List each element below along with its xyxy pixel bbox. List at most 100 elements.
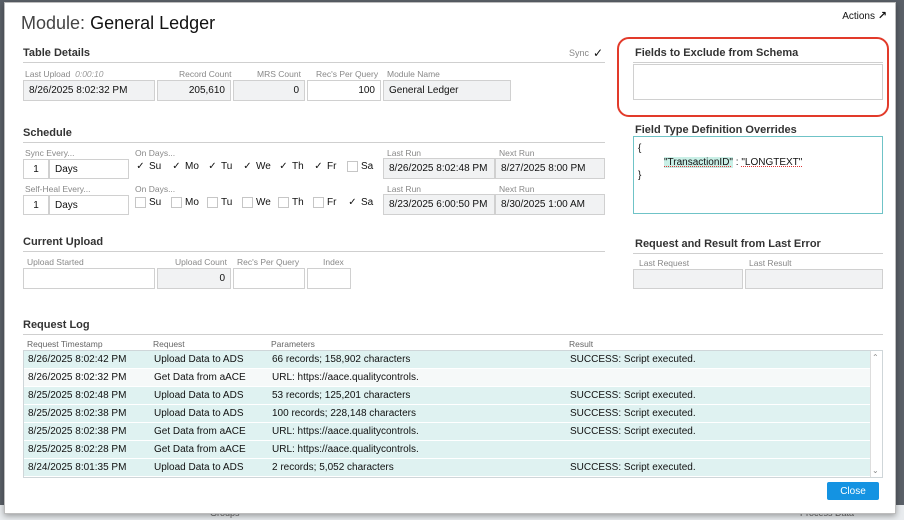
heal-last-run-field: 8/23/2025 6:00:50 PM <box>383 194 495 215</box>
override-value: "LONGTEXT" <box>741 157 803 168</box>
col-header-result: Result <box>569 339 594 349</box>
sync-days-group: ✓ Su ✓ Mo ✓ Tu ✓ We ✓ Th ✓ Fr Sa <box>135 161 377 172</box>
last-result-field <box>745 269 883 289</box>
scroll-up-icon[interactable]: ⌃ <box>872 353 879 362</box>
close-brace: } <box>638 170 642 181</box>
schedule-heading: Schedule <box>23 127 72 139</box>
upload-recs-per-query-field <box>233 268 305 289</box>
col-header-request: Request <box>153 339 185 349</box>
recs-per-query-label: Rec's Per Query <box>316 69 379 79</box>
table-row[interactable]: 8/25/2025 8:02:38 PM Get Data from aACE UR… <box>24 423 870 441</box>
mrs-count-field: 0 <box>233 80 305 101</box>
heal-day-su-checkbox[interactable]: Su <box>135 197 171 208</box>
col-header-parameters: Parameters <box>271 339 315 349</box>
check-icon: ✓ <box>314 161 323 172</box>
col-header-timestamp: Request Timestamp <box>27 339 103 349</box>
sync-day-th-checkbox[interactable]: ✓ Th <box>278 161 313 172</box>
module-name-label: Module Name <box>387 69 440 79</box>
check-icon: ✓ <box>279 161 288 172</box>
heal-day-th-checkbox[interactable]: Th <box>278 197 313 208</box>
last-error-heading: Request and Result from Last Error <box>635 238 821 250</box>
sync-day-we-checkbox[interactable]: ✓ We <box>242 161 278 172</box>
last-upload-field: 8/26/2025 8:02:32 PM <box>23 80 155 101</box>
table-row[interactable]: 8/26/2025 8:02:32 PM Get Data from aACE UR… <box>24 369 870 387</box>
heal-next-run-label: Next Run <box>499 184 535 194</box>
divider <box>23 334 883 335</box>
upload-started-field <box>23 268 155 289</box>
check-icon: ✓ <box>243 161 252 172</box>
heal-next-run-field: 8/30/2025 1:00 AM <box>495 194 605 215</box>
divider <box>633 253 883 254</box>
log-scrollbar[interactable]: ⌃ ⌄ <box>870 351 882 477</box>
overrides-heading: Field Type Definition Overrides <box>635 124 797 136</box>
override-entry: "TransactionID" : "LONGTEXT" <box>664 157 802 168</box>
heal-on-days-label: On Days... <box>135 184 176 194</box>
upload-started-label: Upload Started <box>27 257 84 267</box>
mrs-count-label: MRS Count <box>257 69 301 79</box>
index-field <box>307 268 351 289</box>
divider <box>23 251 605 252</box>
sync-last-run-label: Last Run <box>387 148 422 158</box>
check-icon: ✓ <box>136 161 145 172</box>
expand-arrow-icon: ↗ <box>877 10 887 22</box>
sync-day-su-checkbox[interactable]: ✓ Su <box>135 161 171 172</box>
heal-day-sa-checkbox[interactable]: ✓ Sa <box>347 197 377 208</box>
table-row[interactable]: 8/24/2025 8:01:35 PM Upload Data to ADS 2 … <box>24 459 870 477</box>
sync-every-unit-select[interactable]: Days <box>49 159 129 179</box>
sync-last-run-field: 8/26/2025 8:02:48 PM <box>383 158 495 179</box>
sync-next-run-label: Next Run <box>499 148 535 158</box>
self-heal-label: Self-Heal Every... <box>25 184 91 194</box>
index-label: Index <box>323 257 344 267</box>
check-icon: ✓ <box>208 161 217 172</box>
self-heal-number-input[interactable]: 1 <box>23 195 49 215</box>
self-heal-unit-select[interactable]: Days <box>49 195 129 215</box>
module-name-field: General Ledger <box>383 80 511 101</box>
sync-day-fr-checkbox[interactable]: ✓ Fr <box>313 161 347 172</box>
upload-count-label: Upload Count <box>175 257 227 267</box>
upload-recs-per-query-label: Rec's Per Query <box>237 257 300 267</box>
sync-every-number-input[interactable]: 1 <box>23 159 49 179</box>
current-upload-heading: Current Upload <box>23 236 104 248</box>
divider <box>23 142 605 143</box>
recs-per-query-input[interactable]: 100 <box>307 80 381 101</box>
sync-day-mo-checkbox[interactable]: ✓ Mo <box>171 161 207 172</box>
actions-button[interactable]: Actions ↗ <box>842 9 887 22</box>
heal-days-group: Su Mo Tu We Th Fr ✓ Sa <box>135 197 377 208</box>
heal-day-mo-checkbox[interactable]: Mo <box>171 197 207 208</box>
last-result-label: Last Result <box>749 258 792 268</box>
sync-every-label: Sync Every... <box>25 148 75 158</box>
heal-last-run-label: Last Run <box>387 184 422 194</box>
divider <box>23 62 605 63</box>
table-row[interactable]: 8/26/2025 8:02:42 PM Upload Data to ADS 66… <box>24 351 870 369</box>
record-count-field: 205,610 <box>157 80 231 101</box>
record-count-label: Record Count <box>179 69 232 79</box>
last-request-field <box>633 269 743 289</box>
heal-day-fr-checkbox[interactable]: Fr <box>313 197 347 208</box>
last-request-label: Last Request <box>639 258 690 268</box>
exclude-fields-input[interactable] <box>633 64 883 100</box>
module-dialog: Module: General Ledger Actions ↗ Table D… <box>4 2 896 514</box>
last-upload-label: Last Upload 0:00:10 <box>25 69 104 79</box>
sync-next-run-field: 8/27/2025 8:00 PM <box>495 158 605 179</box>
heal-day-we-checkbox[interactable]: We <box>242 197 278 208</box>
page-title: Module: General Ledger <box>21 13 216 33</box>
heal-day-tu-checkbox[interactable]: Tu <box>207 197 242 208</box>
close-button[interactable]: Close <box>827 482 879 500</box>
sync-day-sa-checkbox[interactable]: Sa <box>347 161 377 172</box>
overrides-editor[interactable]: { "TransactionID" : "LONGTEXT" } <box>633 136 883 214</box>
table-details-heading: Table Details <box>23 47 91 59</box>
check-icon: ✓ <box>172 161 181 172</box>
sync-checkbox[interactable]: Sync ✓ <box>569 46 606 60</box>
request-log-table[interactable]: 8/26/2025 8:02:42 PM Upload Data to ADS 66… <box>23 350 883 478</box>
table-row[interactable]: 8/25/2025 8:02:38 PM Upload Data to ADS 10… <box>24 405 870 423</box>
divider <box>633 62 883 63</box>
table-row[interactable]: 8/25/2025 8:02:28 PM Get Data from aACE UR… <box>24 441 870 459</box>
request-log-heading: Request Log <box>23 319 90 331</box>
open-brace: { <box>638 143 642 154</box>
check-icon: ✓ <box>593 46 604 60</box>
scroll-down-icon[interactable]: ⌄ <box>872 466 879 475</box>
sync-day-tu-checkbox[interactable]: ✓ Tu <box>207 161 242 172</box>
exclude-fields-heading: Fields to Exclude from Schema <box>635 47 799 59</box>
table-row[interactable]: 8/25/2025 8:02:48 PM Upload Data to ADS 53… <box>24 387 870 405</box>
sync-on-days-label: On Days... <box>135 148 176 158</box>
